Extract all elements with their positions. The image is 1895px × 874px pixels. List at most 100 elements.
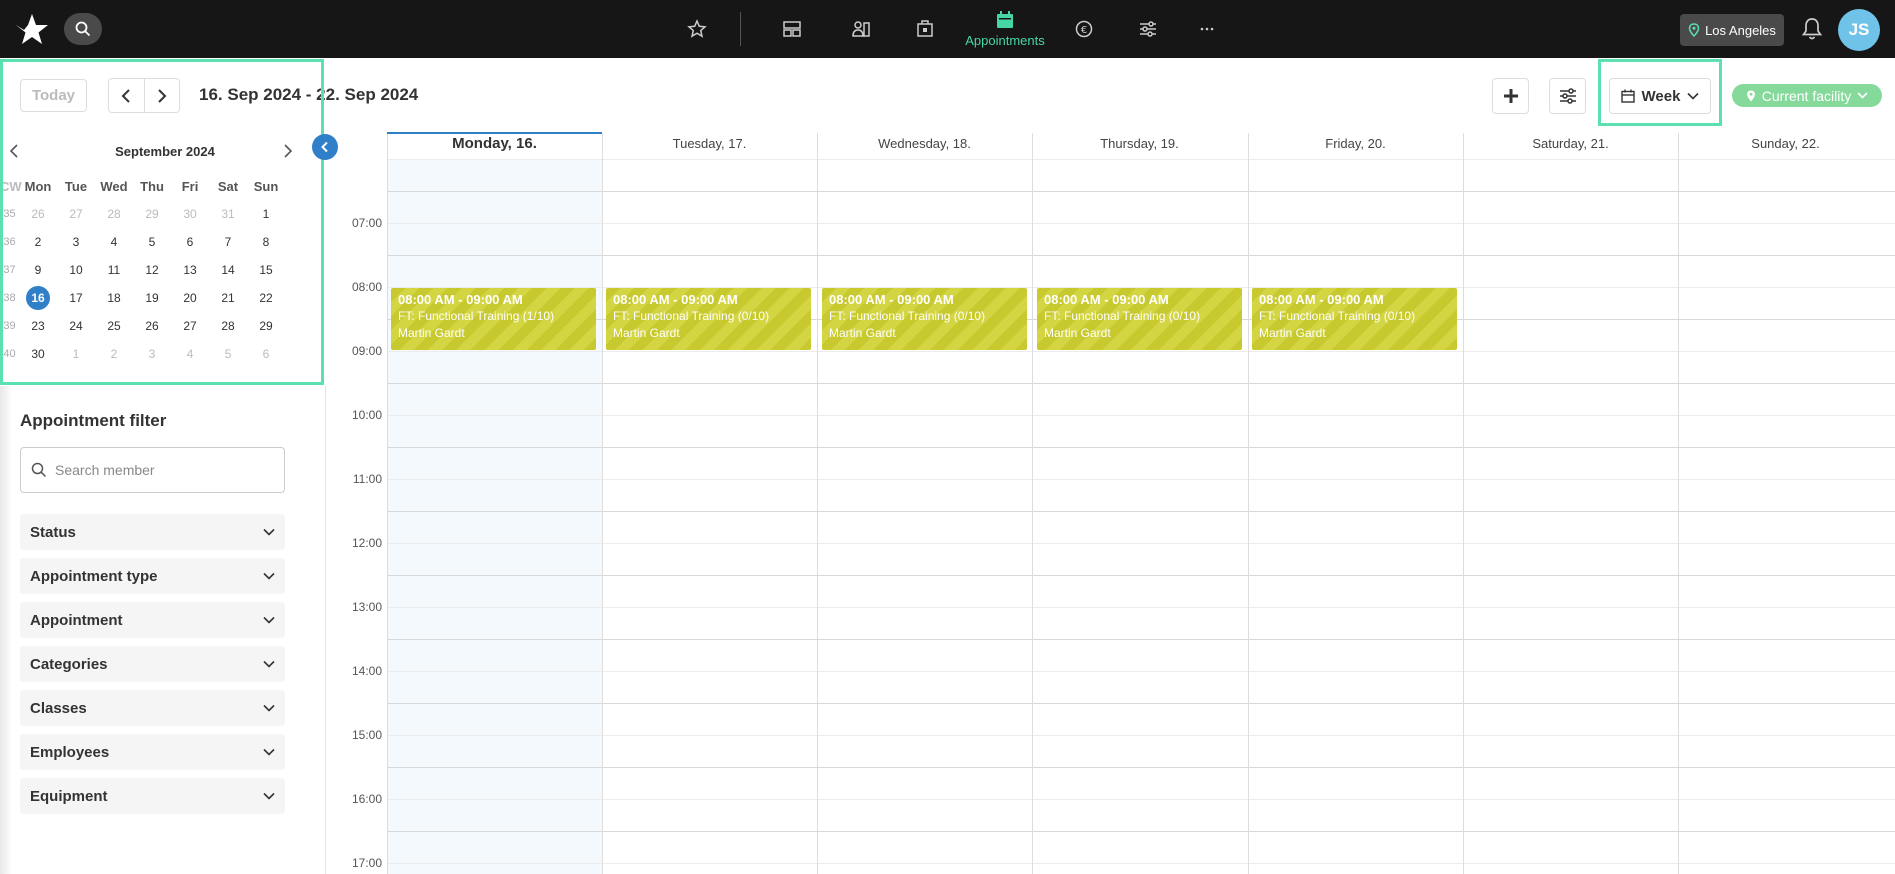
selected-day-marker: 16 — [26, 286, 50, 310]
day-header-tuesday[interactable]: Tuesday, 17. — [602, 133, 817, 159]
filter-categories[interactable]: Categories — [20, 646, 285, 682]
grid-day-divider — [817, 133, 818, 874]
facility-selector[interactable]: Current facility — [1732, 84, 1882, 107]
logo-icon[interactable] — [14, 12, 50, 46]
calendar-day[interactable]: 20 — [171, 291, 209, 305]
calendar-day[interactable]: 26 — [133, 319, 171, 333]
nav-favorites[interactable] — [672, 0, 722, 58]
calendar-day[interactable]: 6 — [171, 235, 209, 249]
appointment-event[interactable]: 08:00 AM - 09:00 AM FT: Functional Train… — [1037, 288, 1242, 350]
filter-classes[interactable]: Classes — [20, 690, 285, 726]
calendar-day[interactable]: 12 — [133, 263, 171, 277]
filter-employees[interactable]: Employees — [20, 734, 285, 770]
calendar-day[interactable]: 8 — [247, 235, 285, 249]
calendar-day[interactable]: 2 — [95, 347, 133, 361]
global-search-button[interactable] — [64, 13, 102, 45]
grid-day-divider — [1678, 133, 1679, 874]
calendar-day[interactable]: 14 — [209, 263, 247, 277]
calendar-day[interactable]: 28 — [209, 319, 247, 333]
nav-settings[interactable] — [1123, 0, 1173, 58]
calendar-day[interactable]: 19 — [133, 291, 171, 305]
next-week-button[interactable] — [145, 79, 180, 112]
today-button[interactable]: Today — [20, 79, 87, 112]
calendar-day[interactable]: 24 — [57, 319, 95, 333]
nav-appointments[interactable]: Appointments — [955, 0, 1055, 58]
calendar-day[interactable]: 13 — [171, 263, 209, 277]
calendar-day[interactable]: 26 — [19, 207, 57, 221]
calendar-day[interactable]: 5 — [133, 235, 171, 249]
calendar-day[interactable]: 1 — [57, 347, 95, 361]
calendar-day-selected[interactable]: 16 — [19, 286, 57, 310]
calendar-day[interactable]: 18 — [95, 291, 133, 305]
star-icon — [687, 19, 707, 38]
day-header-friday[interactable]: Friday, 20. — [1248, 133, 1463, 159]
grid-slot-line — [387, 415, 1895, 416]
calendar-day[interactable]: 3 — [133, 347, 171, 361]
calendar-day[interactable]: 17 — [57, 291, 95, 305]
calendar-day[interactable]: 5 — [209, 347, 247, 361]
location-button[interactable]: Los Angeles — [1680, 14, 1784, 46]
sliders-icon — [1559, 88, 1576, 104]
bell-icon[interactable] — [1800, 16, 1824, 42]
day-header-thursday[interactable]: Thursday, 19. — [1032, 133, 1247, 159]
appointment-event[interactable]: 08:00 AM - 09:00 AM FT: Functional Train… — [606, 288, 811, 350]
filter-status[interactable]: Status — [20, 514, 285, 550]
calendar-day[interactable]: 11 — [95, 263, 133, 277]
appointment-event[interactable]: 08:00 AM - 09:00 AM FT: Functional Train… — [822, 288, 1027, 350]
day-header-sunday[interactable]: Sunday, 22. — [1678, 133, 1893, 159]
calendar-day[interactable]: 3 — [57, 235, 95, 249]
user-avatar[interactable]: JS — [1838, 9, 1880, 51]
filter-label: Appointment — [30, 611, 123, 629]
calendar-day[interactable]: 2 — [19, 235, 57, 249]
nav-dashboard[interactable] — [767, 0, 817, 58]
time-label: 07:00 — [351, 216, 382, 230]
calendar-day[interactable]: 25 — [95, 319, 133, 333]
calendar-day[interactable]: 1 — [247, 207, 285, 221]
event-time: 08:00 AM - 09:00 AM — [1259, 292, 1384, 307]
view-selector[interactable]: Week — [1609, 78, 1711, 114]
appointment-event[interactable]: 08:00 AM - 09:00 AM FT: Functional Train… — [1252, 288, 1457, 350]
calendar-day[interactable]: 15 — [247, 263, 285, 277]
calendar-day[interactable]: 21 — [209, 291, 247, 305]
mini-calendar-week-row: 35 26 27 28 29 30 31 1 — [0, 200, 285, 228]
calendar-day[interactable]: 31 — [209, 207, 247, 221]
calendar-day[interactable]: 27 — [57, 207, 95, 221]
calendar-day[interactable]: 28 — [95, 207, 133, 221]
chevron-right-icon[interactable] — [282, 143, 294, 159]
day-header-wednesday[interactable]: Wednesday, 18. — [817, 133, 1032, 159]
calendar-day[interactable]: 6 — [247, 347, 285, 361]
calendar-day[interactable]: 30 — [171, 207, 209, 221]
nav-checkin[interactable] — [900, 0, 950, 58]
calendar-day[interactable]: 23 — [19, 319, 57, 333]
calendar-day[interactable]: 29 — [247, 319, 285, 333]
calendar-day[interactable]: 27 — [171, 319, 209, 333]
search-member-field[interactable] — [20, 447, 285, 493]
calendar-day[interactable]: 4 — [171, 347, 209, 361]
event-title: FT: Functional Training (0/10) — [613, 309, 770, 323]
calendar-day[interactable]: 10 — [57, 263, 95, 277]
calendar-day[interactable]: 22 — [247, 291, 285, 305]
filter-appointment[interactable]: Appointment — [20, 602, 285, 638]
nav-members[interactable] — [836, 0, 886, 58]
collapse-sidebar-button[interactable] — [312, 134, 338, 160]
day-header-saturday[interactable]: Saturday, 21. — [1463, 133, 1678, 159]
calendar-settings-button[interactable] — [1549, 78, 1586, 114]
time-label: 15:00 — [351, 728, 382, 742]
filter-equipment[interactable]: Equipment — [20, 778, 285, 814]
appointment-event[interactable]: 08:00 AM - 09:00 AM FT: Functional Train… — [391, 288, 596, 350]
calendar-day[interactable]: 29 — [133, 207, 171, 221]
nav-more[interactable] — [1182, 0, 1232, 58]
grid-day-divider — [602, 133, 603, 874]
nav-separator — [740, 12, 741, 46]
calendar-day[interactable]: 30 — [19, 347, 57, 361]
calendar-day[interactable]: 7 — [209, 235, 247, 249]
filter-appointment-type[interactable]: Appointment type — [20, 558, 285, 594]
calendar-day[interactable]: 4 — [95, 235, 133, 249]
add-appointment-button[interactable] — [1492, 78, 1529, 114]
search-member-input[interactable] — [55, 462, 255, 478]
calendar-day[interactable]: 9 — [19, 263, 57, 277]
day-header-monday[interactable]: Monday, 16. — [387, 133, 602, 159]
chevron-down-icon — [263, 660, 275, 668]
previous-week-button[interactable] — [109, 79, 145, 112]
nav-finance[interactable]: € — [1059, 0, 1109, 58]
